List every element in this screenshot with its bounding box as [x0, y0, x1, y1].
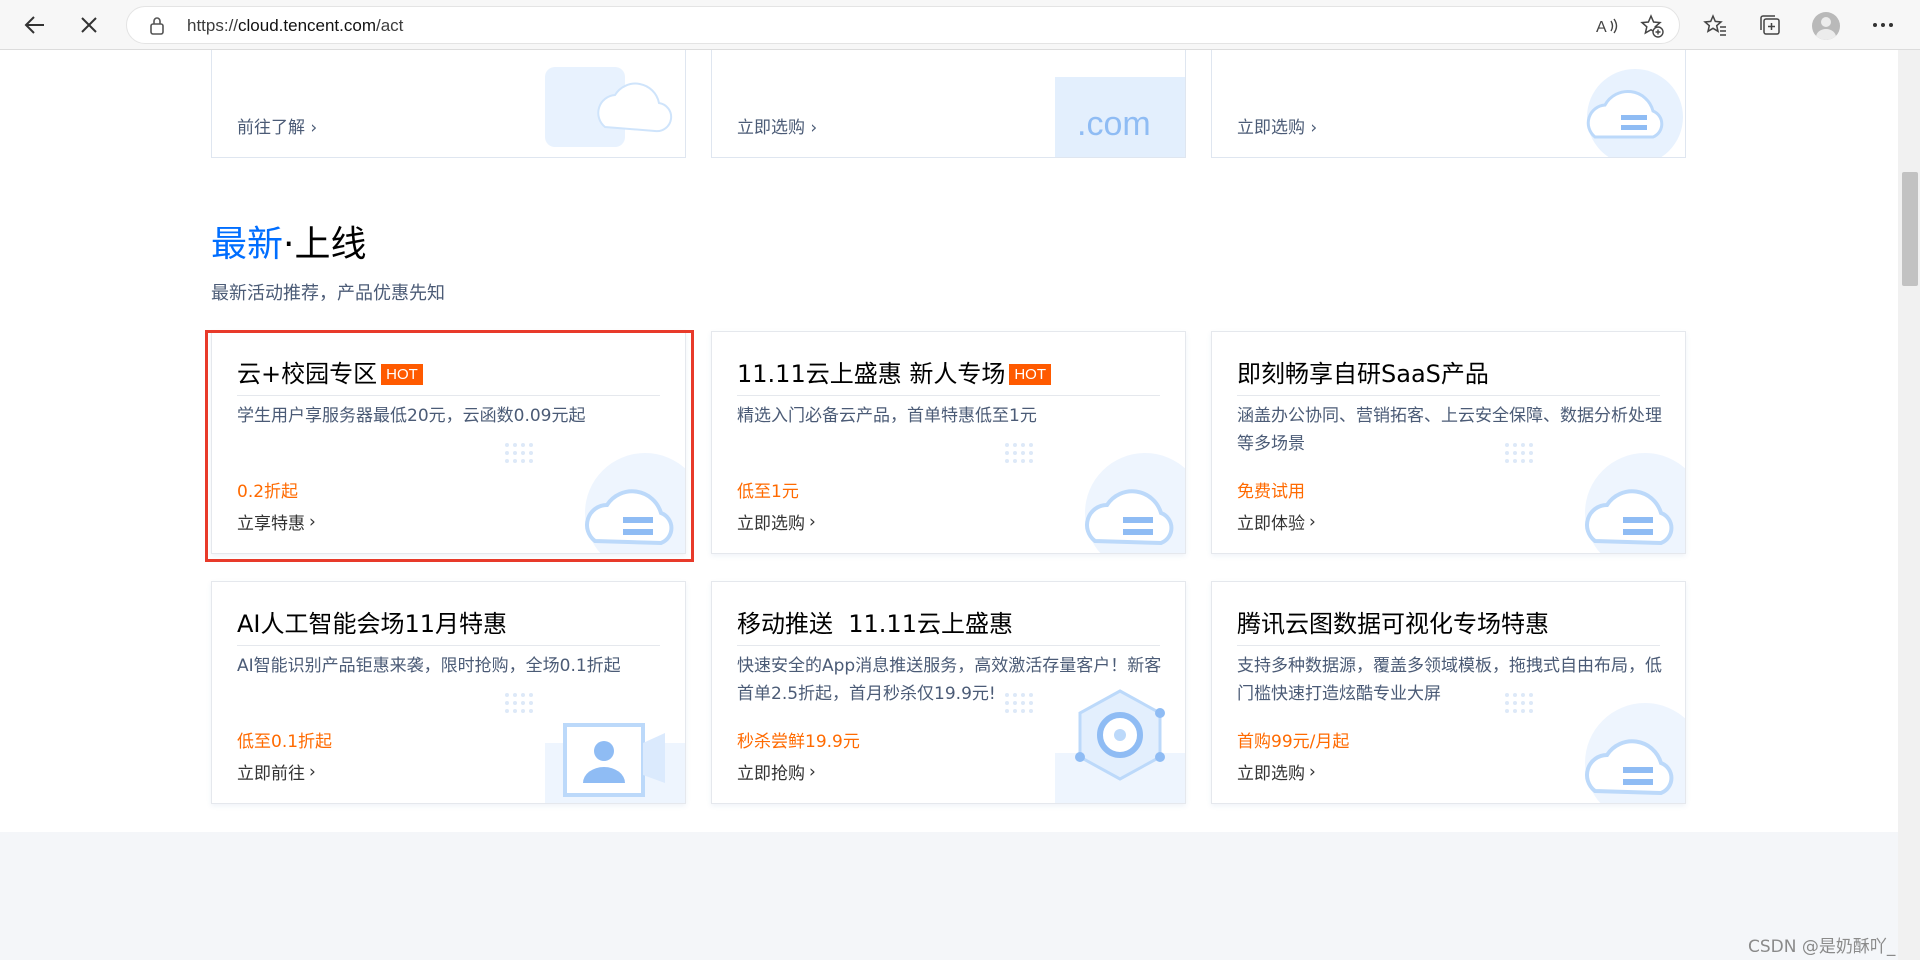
cloud-illustration-icon — [1005, 443, 1185, 553]
card-description: AI智能识别产品钜惠来袭，限时抢购，全场0.1折起 — [237, 656, 621, 676]
favorites-icon[interactable] — [1700, 10, 1730, 40]
top-card-1[interactable]: 前往了解 › — [211, 50, 686, 158]
card-cta-link[interactable]: 立即抢购 › — [737, 759, 816, 785]
ai-recognition-illustration-icon — [505, 693, 685, 803]
svg-text:A: A — [1596, 19, 1607, 36]
card-price: 免费试用 — [1237, 482, 1305, 502]
top-card-3[interactable]: 立即选购 › — [1211, 50, 1686, 158]
svg-text:.com: .com — [1077, 105, 1151, 143]
card-divider — [737, 645, 1160, 646]
promo-card-saas[interactable]: 即刻畅享自研SaaS产品 涵盖办公协同、营销拓客、上云安全保障、数据分析处理等多… — [1211, 331, 1686, 554]
card-price: 低至0.1折起 — [237, 732, 333, 752]
top-card-cta[interactable]: 前往了解 › — [237, 113, 317, 138]
card-title[interactable]: 腾讯云图数据可视化专场特惠 — [1237, 604, 1549, 639]
footer-band — [0, 832, 1898, 960]
browser-toolbar: https://cloud.tencent.com/act A — [0, 0, 1920, 50]
card-divider — [237, 645, 660, 646]
card-divider — [737, 395, 1160, 396]
card-divider — [1237, 395, 1660, 396]
storage-illustration-icon — [545, 67, 673, 147]
top-card-cta[interactable]: 立即选购 › — [737, 113, 817, 138]
lock-icon[interactable] — [149, 16, 165, 40]
card-price: 秒杀尝鲜19.9元 — [737, 732, 860, 752]
chevron-right-icon: › — [809, 511, 816, 532]
card-cta-link[interactable]: 立即选购 › — [1237, 759, 1316, 785]
cloud-illustration-icon — [1586, 69, 1683, 157]
chevron-right-icon: › — [809, 761, 816, 782]
promo-card-datav[interactable]: 腾讯云图数据可视化专场特惠 支持多种数据源，覆盖多领域模板，拖拽式自由布局，低门… — [1211, 581, 1686, 804]
address-bar[interactable]: https://cloud.tencent.com/act A — [126, 6, 1680, 44]
collections-icon[interactable] — [1755, 10, 1785, 40]
card-cta-link[interactable]: 立享特惠 › — [237, 509, 316, 535]
section-title: 最新·上线 — [211, 224, 367, 265]
card-description: 精选入门必备云产品，首单特惠低至1元 — [737, 406, 1037, 426]
card-title[interactable]: 11.11云上盛惠 新人专场 HOT — [737, 354, 1052, 389]
add-favorite-icon[interactable] — [1639, 13, 1665, 39]
read-aloud-icon[interactable]: A — [1595, 13, 1621, 39]
card-title[interactable]: 移动推送 11.11云上盛惠 — [737, 604, 1013, 639]
cloud-illustration-icon — [505, 443, 685, 553]
page-viewport: 前往了解 › .com 立即选购 › 立即选购 › 最新·上线 最新活动推荐，产… — [0, 50, 1898, 960]
card-divider — [1237, 645, 1660, 646]
chevron-right-icon: › — [1309, 511, 1316, 532]
card-price: 低至1元 — [737, 482, 799, 502]
profile-avatar-icon[interactable] — [1812, 12, 1840, 40]
card-title[interactable]: 云+校园专区 HOT — [237, 354, 423, 389]
chevron-right-icon: › — [1309, 761, 1316, 782]
stop-loading-icon[interactable] — [74, 10, 104, 40]
card-description: 涵盖办公协同、营销拓客、上云安全保障、数据分析处理等多场景 — [1237, 406, 1662, 454]
domain-illustration-icon: .com — [1055, 77, 1185, 157]
hot-badge: HOT — [1009, 364, 1052, 385]
section-subtitle: 最新活动推荐，产品优惠先知 — [211, 283, 445, 304]
card-divider — [237, 395, 660, 396]
card-price: 0.2折起 — [237, 482, 299, 502]
card-description: 快速安全的App消息推送服务，高效激活存量客户！新客首单2.5折起，首月秒杀仅1… — [737, 656, 1162, 704]
card-description: 支持多种数据源，覆盖多领域模板，拖拽式自由布局，低门槛快速打造炫酷专业大屏 — [1237, 656, 1662, 704]
csdn-watermark: CSDN @是奶酥吖_ — [1748, 937, 1896, 957]
card-cta-link[interactable]: 立即前往 › — [237, 759, 316, 785]
hot-badge: HOT — [381, 364, 423, 385]
chevron-right-icon: › — [309, 761, 316, 782]
card-price: 首购99元/月起 — [1237, 732, 1350, 752]
card-title[interactable]: 即刻畅享自研SaaS产品 — [1237, 354, 1489, 389]
promo-card-1111-newcomer[interactable]: 11.11云上盛惠 新人专场 HOT 精选入门必备云产品，首单特惠低至1元 低至1… — [711, 331, 1186, 554]
card-description: 学生用户享服务器最低20元，云函数0.09元起 — [237, 406, 586, 426]
scrollbar-thumb[interactable] — [1902, 172, 1918, 286]
top-card-2[interactable]: .com 立即选购 › — [711, 50, 1186, 158]
promo-card-campus[interactable]: 云+校园专区 HOT 学生用户享服务器最低20元，云函数0.09元起 0.2折起 … — [211, 331, 686, 554]
card-title[interactable]: AI人工智能会场11月特惠 — [237, 604, 507, 639]
top-card-cta[interactable]: 立即选购 › — [1237, 113, 1317, 138]
promo-card-ai[interactable]: AI人工智能会场11月特惠 AI智能识别产品钜惠来袭，限时抢购，全场0.1折起 … — [211, 581, 686, 804]
url-text[interactable]: https://cloud.tencent.com/act — [187, 16, 403, 36]
chevron-right-icon: › — [309, 511, 316, 532]
back-icon[interactable] — [20, 10, 50, 40]
promo-card-push[interactable]: 移动推送 11.11云上盛惠 快速安全的App消息推送服务，高效激活存量客户！新… — [711, 581, 1186, 804]
card-cta-link[interactable]: 立即体验 › — [1237, 509, 1316, 535]
card-cta-link[interactable]: 立即选购 › — [737, 509, 816, 535]
more-options-icon[interactable] — [1868, 10, 1898, 40]
